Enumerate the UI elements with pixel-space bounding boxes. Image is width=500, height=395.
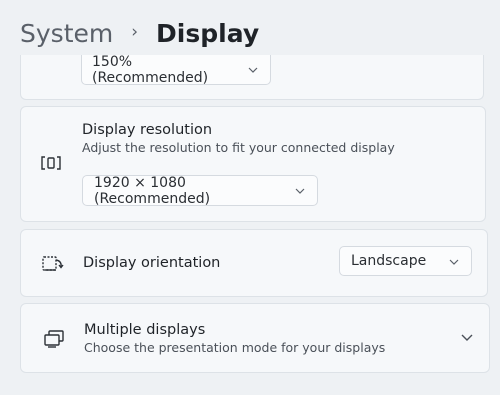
orientation-dropdown[interactable]: Landscape — [339, 246, 472, 276]
resolution-icon — [40, 154, 62, 176]
resolution-value: 1920 × 1080 (Recommended) — [94, 174, 211, 207]
display-orientation-card: Display orientation Landscape — [20, 229, 488, 297]
display-resolution-title: Display resolution — [82, 122, 213, 138]
expand-chevron-icon[interactable] — [461, 330, 473, 346]
chevron-down-icon — [449, 255, 459, 268]
multiple-displays-card[interactable]: Multiple displays Choose the presentatio… — [20, 303, 490, 373]
page-title: Display — [156, 19, 260, 48]
multiple-displays-description: Choose the presentation mode for your di… — [84, 340, 386, 355]
display-resolution-card: Display resolution Adjust the resolution… — [20, 106, 486, 222]
breadcrumb-separator: › — [131, 22, 139, 42]
scale-card: 150% (Recommended) — [20, 53, 484, 100]
display-resolution-description: Adjust the resolution to fit your connec… — [82, 140, 395, 155]
multiple-displays-title: Multiple displays — [84, 322, 206, 338]
display-orientation-title: Display orientation — [83, 255, 221, 271]
chevron-down-icon — [248, 63, 258, 76]
chevron-down-icon — [295, 184, 305, 197]
orientation-value: Landscape — [351, 253, 427, 269]
resolution-dropdown[interactable]: 1920 × 1080 (Recommended) — [82, 174, 318, 207]
breadcrumb-parent[interactable]: System — [20, 16, 113, 52]
scale-value: 150% (Recommended) — [92, 53, 209, 86]
multiple-displays-icon — [42, 329, 66, 353]
scale-dropdown[interactable]: 150% (Recommended) — [81, 53, 271, 86]
orientation-icon — [41, 253, 65, 277]
breadcrumb: System › Display — [20, 16, 259, 52]
